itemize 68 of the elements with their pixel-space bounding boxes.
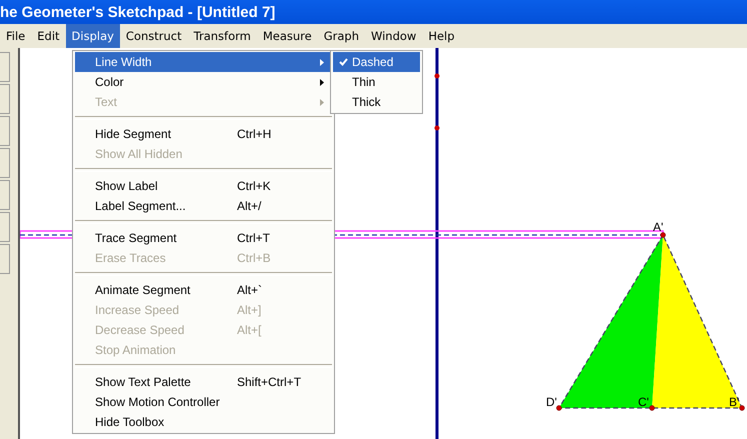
menu-item-label: Show Text Palette	[95, 375, 191, 389]
menu-item[interactable]: Show Text Palette Shift+Ctrl+T	[75, 372, 332, 392]
menu-item[interactable]: Animate Segment Alt+`	[75, 280, 332, 300]
tool-button[interactable]	[0, 116, 10, 146]
menu-item[interactable]: Line Width	[75, 52, 332, 72]
shortcut-text: Ctrl+K	[237, 179, 271, 193]
menu-item[interactable]: Hide Toolbox	[75, 412, 332, 432]
menu-item-label: Stop Animation	[95, 343, 176, 357]
tool-button[interactable]	[0, 84, 10, 114]
menu-item[interactable]: Edit	[31, 24, 66, 48]
shortcut-text: Ctrl+T	[237, 231, 270, 245]
shortcut-text: Alt+/	[237, 199, 262, 213]
point	[660, 232, 666, 238]
point	[434, 126, 440, 130]
menu-item[interactable]: Construct	[120, 24, 188, 48]
menu-item-label: Color	[95, 75, 124, 89]
point-label: D'	[546, 395, 557, 409]
tool-button[interactable]	[0, 148, 10, 178]
menu-item-label: Erase Traces	[95, 251, 166, 265]
shortcut-text: Ctrl+H	[237, 127, 272, 141]
menu-item-label: Trace Segment	[95, 231, 177, 245]
menu-item-label: Decrease Speed	[95, 323, 184, 337]
menu-item[interactable]: Color	[75, 72, 332, 92]
menu-item[interactable]: Show Label Ctrl+K	[75, 176, 332, 196]
menu-item-label: Hide Segment	[95, 127, 172, 141]
point-label: C'	[638, 395, 649, 409]
menu-item[interactable]: Show Motion Controller	[75, 392, 332, 412]
point-label: B'	[729, 395, 740, 409]
menu-item[interactable]: Hide Segment Ctrl+H	[75, 124, 332, 144]
menu-item[interactable]: Trace Segment Ctrl+T	[75, 228, 332, 248]
shortcut-text: Alt+]	[237, 303, 262, 317]
menu-item[interactable]: Thick	[333, 92, 420, 112]
menu-item-label: Show Label	[95, 179, 158, 193]
shortcut-text: Alt+[	[237, 323, 262, 337]
tool-button[interactable]	[0, 244, 10, 274]
menu-item[interactable]: Window	[364, 24, 422, 48]
shortcut-text: Shift+Ctrl+T	[237, 375, 302, 389]
menu-item-label: Animate Segment	[95, 283, 190, 297]
menu-item[interactable]: Help	[422, 24, 461, 48]
menu-item-label: Text	[95, 95, 118, 109]
tool-button[interactable]	[0, 180, 10, 210]
menu-item-label: Dashed	[352, 55, 394, 69]
point-label: A'	[653, 220, 664, 234]
point	[649, 405, 655, 411]
menu-item-label: Thin	[352, 75, 376, 89]
shortcut-text: Alt+`	[237, 283, 262, 297]
point	[434, 74, 440, 78]
menu-item[interactable]: Transform	[188, 24, 257, 48]
point	[739, 405, 745, 411]
point	[556, 405, 562, 411]
menu-item-label: Line Width	[95, 55, 152, 69]
menu-item[interactable]: File	[0, 24, 32, 48]
shortcut-text: Ctrl+B	[237, 251, 271, 265]
menu-item-label: Label Segment...	[95, 199, 186, 213]
menu-item[interactable]: Label Segment... Alt+/	[75, 196, 332, 216]
menu-item-label: Show Motion Controller	[95, 395, 220, 409]
menu-item[interactable]: Graph	[318, 24, 365, 48]
menu-item-label: Thick	[352, 95, 381, 109]
menu-item-label: Increase Speed	[95, 303, 180, 317]
menu-item-label: Hide Toolbox	[95, 415, 164, 429]
window-title: he Geometer's Sketchpad - [Untitled 7]	[0, 0, 747, 24]
menu-item[interactable]: Display	[66, 24, 120, 48]
menu-item[interactable]: Thin	[333, 72, 420, 92]
menu-item[interactable]: Dashed	[333, 52, 420, 72]
tool-button[interactable]	[0, 52, 10, 82]
menu-item[interactable]: Measure	[256, 24, 318, 48]
tool-button[interactable]	[0, 212, 10, 242]
menu-item-label: Show All Hidden	[95, 147, 182, 161]
